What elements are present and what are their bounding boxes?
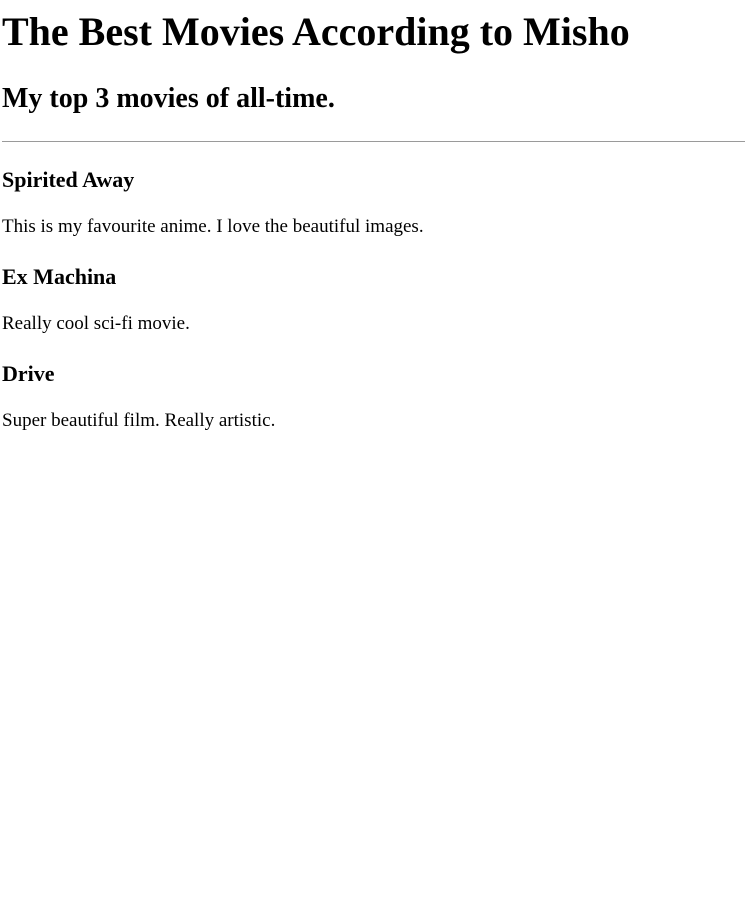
page-title: The Best Movies According to Misho	[2, 9, 630, 54]
movie-description: Really cool sci-fi movie.	[2, 313, 190, 334]
page: The Best Movies According to Misho My to…	[0, 0, 745, 915]
page-subtitle: My top 3 movies of all-time.	[2, 83, 335, 114]
movie-title: Spirited Away	[2, 167, 135, 192]
movie-title: Ex Machina	[2, 264, 117, 289]
movie-description: This is my favourite anime. I love the b…	[2, 216, 424, 237]
movie-description: Super beautiful film. Really artistic.	[2, 410, 276, 431]
divider	[2, 141, 745, 142]
movie-title: Drive	[2, 361, 55, 386]
